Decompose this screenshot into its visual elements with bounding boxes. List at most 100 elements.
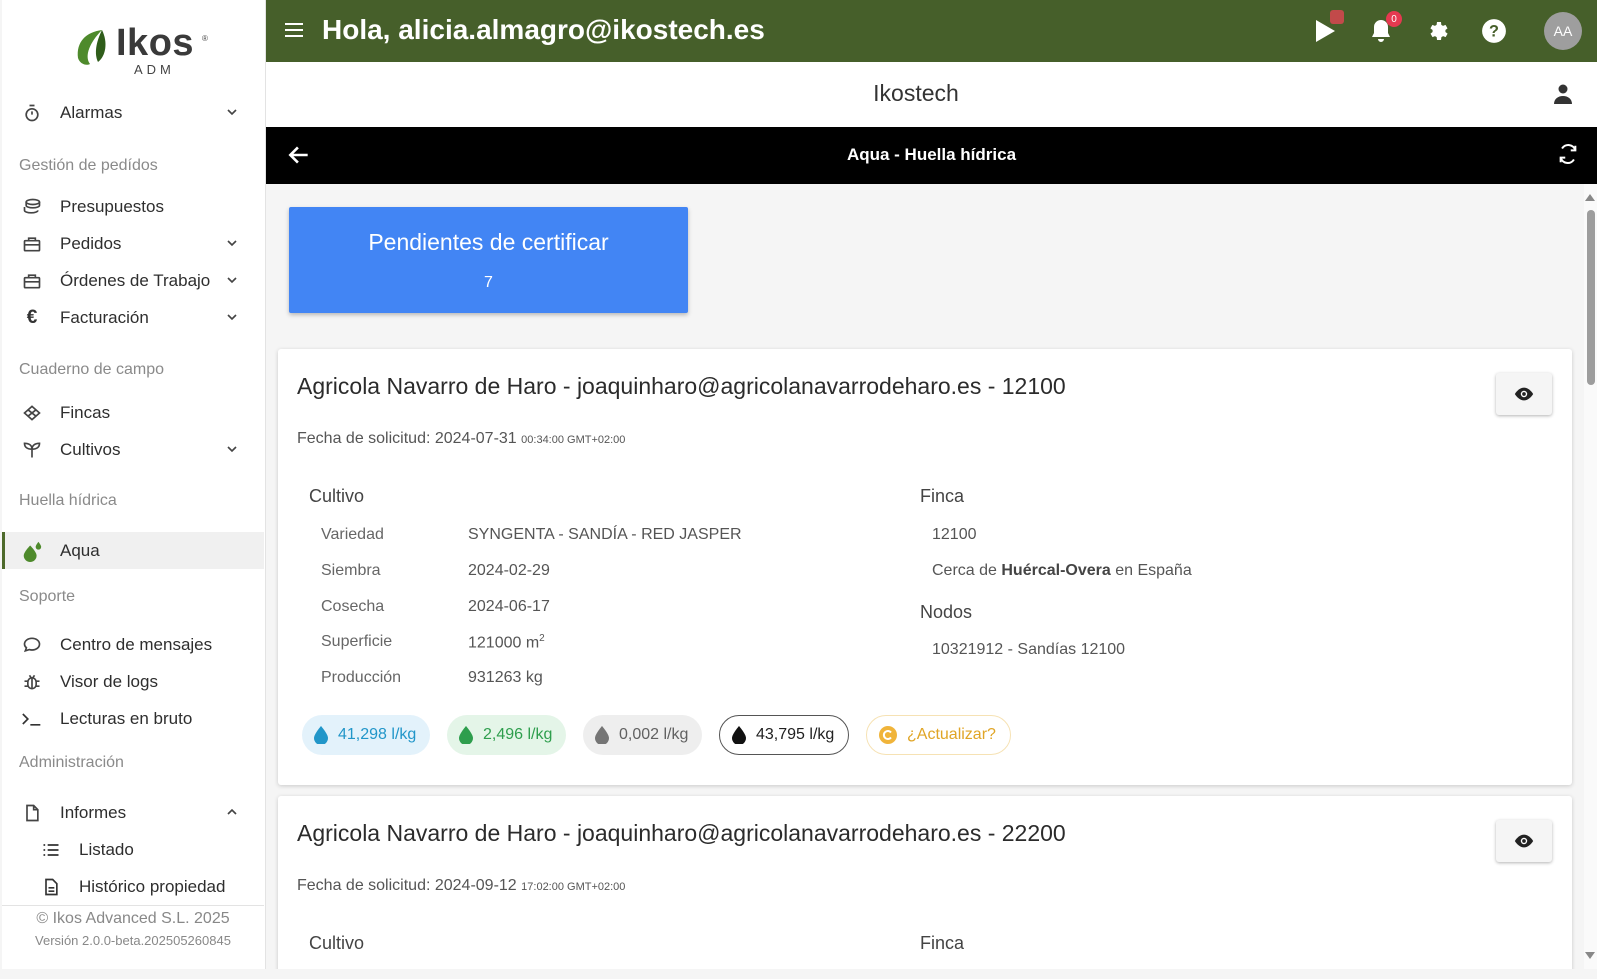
view-button[interactable] xyxy=(1496,373,1552,415)
refresh-icon[interactable] xyxy=(1557,143,1579,165)
sidebar-item-visor-logs[interactable]: Visor de logs xyxy=(2,663,264,700)
sidebar-item-informes[interactable]: Informes xyxy=(2,794,264,831)
finca-heading: Finca xyxy=(920,933,965,953)
person-icon[interactable] xyxy=(1551,82,1575,106)
sidebar-item-label: Cultivos xyxy=(60,439,121,459)
superficie-unit-exponent: 2 xyxy=(539,633,545,644)
euro-icon: € xyxy=(26,306,38,328)
request-card: Agricola Navarro de Haro - joaquinharo@a… xyxy=(278,796,1572,969)
sidebar-item-listado[interactable]: Listado xyxy=(2,831,264,868)
pending-certify-button[interactable]: Pendientes de certificar 7 xyxy=(289,207,688,313)
sidebar-item-aqua[interactable]: Aqua xyxy=(2,532,264,569)
toolbox-icon xyxy=(20,232,44,256)
gear-icon xyxy=(1430,22,1448,40)
update-label: ¿Actualizar? xyxy=(907,726,996,743)
sidebar-item-label: Histórico propiedad xyxy=(79,876,226,896)
sidebar-item-ordenes-trabajo[interactable]: Órdenes de Trabajo xyxy=(2,262,264,299)
produccion-label: Producción xyxy=(321,669,402,686)
water-drop-blue-icon xyxy=(314,726,328,744)
request-date-label: Fecha de solicitud: 2024-07-31 xyxy=(297,430,517,447)
sidebar-item-centro-mensajes[interactable]: Centro de mensajes xyxy=(2,626,264,663)
sidebar-item-label: Órdenes de Trabajo xyxy=(60,270,211,290)
section-huella-hidrica: Huella hídrica xyxy=(19,492,117,509)
location-suffix: en España xyxy=(1110,562,1192,579)
hamburger-menu-icon[interactable] xyxy=(282,18,306,42)
grey-water-value: 0,002 l/kg xyxy=(619,726,689,743)
request-card: Agricola Navarro de Haro - joaquinharo@a… xyxy=(278,349,1572,785)
chevron-down-icon xyxy=(227,446,237,453)
water-drop-grey-icon xyxy=(595,726,609,744)
superficie-label: Superficie xyxy=(321,633,393,650)
play-button[interactable] xyxy=(1310,10,1344,46)
update-button[interactable]: ¿Actualizar? xyxy=(866,715,1011,755)
sidebar-item-label: Centro de mensajes xyxy=(60,634,213,654)
grey-water-chip: 0,002 l/kg xyxy=(583,715,703,755)
avatar[interactable]: AA xyxy=(1544,12,1582,50)
sidebar-item-label: Facturación xyxy=(60,307,149,327)
sidebar-item-label: Fincas xyxy=(60,402,111,422)
request-date: Fecha de solicitud: 2024-09-12 17:02:00 … xyxy=(297,877,625,895)
bug-icon xyxy=(20,670,44,694)
location-town: Huércal-Overa xyxy=(1001,562,1111,579)
sidebar-item-label: Alarmas xyxy=(60,102,123,122)
document-icon xyxy=(39,875,63,899)
sidebar-item-label: Visor de logs xyxy=(60,671,158,691)
finca-location: Cerca de Huércal-Overa en España xyxy=(932,562,1192,580)
logo-sub: ADM xyxy=(134,62,175,77)
copyright-c-icon xyxy=(879,726,897,744)
nodos-heading: Nodos xyxy=(920,602,973,622)
notifications-count-badge: 0 xyxy=(1386,11,1402,27)
sidebar-item-cultivos[interactable]: Cultivos xyxy=(2,431,264,468)
water-drop-black-icon xyxy=(732,726,746,744)
notifications-button[interactable]: 0 xyxy=(1366,11,1402,46)
sidebar-item-label: Aqua xyxy=(60,540,100,560)
page-header: Aqua - Huella hídrica xyxy=(266,127,1597,184)
variedad-label: Variedad xyxy=(321,526,384,543)
water-drops-icon xyxy=(20,539,44,563)
pending-count: 7 xyxy=(484,274,493,291)
siembra-label: Siembra xyxy=(321,562,381,579)
timer-icon xyxy=(20,101,44,125)
scroll-down-arrow[interactable] xyxy=(1585,952,1595,959)
file-icon xyxy=(20,801,44,825)
sidebar: Ikos ® ADM Alarmas Gestión de pedídos Pr… xyxy=(2,0,266,969)
chevron-down-icon xyxy=(227,277,237,284)
copyright: © Ikos Advanced S.L. 2025 xyxy=(36,910,230,927)
settings-button[interactable] xyxy=(1423,16,1453,46)
card-title: Agricola Navarro de Haro - joaquinharo@a… xyxy=(297,820,1066,846)
chat-bubble-icon xyxy=(20,633,44,657)
scrollbar-thumb[interactable] xyxy=(1587,210,1595,385)
logo-registered: ® xyxy=(202,34,208,43)
company-name: Ikostech xyxy=(873,80,959,106)
blue-water-value: 41,298 l/kg xyxy=(338,726,417,743)
total-water-chip: 43,795 l/kg xyxy=(719,715,850,755)
section-gestion-pedidos: Gestión de pedídos xyxy=(19,157,158,174)
siembra-value: 2024-02-29 xyxy=(468,562,550,579)
request-date-label: Fecha de solicitud: 2024-09-12 xyxy=(297,877,517,894)
sidebar-item-fincas[interactable]: Fincas xyxy=(2,394,264,431)
section-cuaderno-campo: Cuaderno de campo xyxy=(19,361,164,378)
svg-text:?: ? xyxy=(1489,22,1499,40)
finca-id: 12100 xyxy=(932,526,977,543)
sprout-icon xyxy=(20,438,44,462)
sidebar-item-pedidos[interactable]: Pedidos xyxy=(2,225,264,262)
eye-icon xyxy=(1514,834,1534,848)
sidebar-item-alarmas[interactable]: Alarmas xyxy=(2,94,264,131)
chevron-down-icon xyxy=(227,109,237,116)
help-button[interactable]: ? xyxy=(1479,16,1509,46)
sidebar-item-facturacion[interactable]: € Facturación xyxy=(2,299,264,336)
greeting: Hola, alicia.almagro@ikostech.es xyxy=(322,14,765,45)
nodo-item[interactable]: 10321912 - Sandías 12100 xyxy=(932,641,1125,659)
coins-icon xyxy=(20,195,44,219)
sidebar-item-historico-propiedad[interactable]: Histórico propiedad xyxy=(2,868,264,905)
ikos-logo[interactable]: Ikos ® ADM xyxy=(72,22,222,78)
sidebar-item-presupuestos[interactable]: Presupuestos xyxy=(2,188,264,225)
leaf-logo-icon xyxy=(77,30,106,65)
scroll-up-arrow[interactable] xyxy=(1585,194,1595,201)
company-bar: Ikostech xyxy=(266,62,1597,127)
sidebar-item-lecturas-bruto[interactable]: Lecturas en bruto xyxy=(2,700,264,737)
card-title: Agricola Navarro de Haro - joaquinharo@a… xyxy=(297,373,1066,399)
logo-word: Ikos xyxy=(116,22,195,64)
view-button[interactable] xyxy=(1496,820,1552,862)
sidebar-item-label: Informes xyxy=(60,802,127,822)
